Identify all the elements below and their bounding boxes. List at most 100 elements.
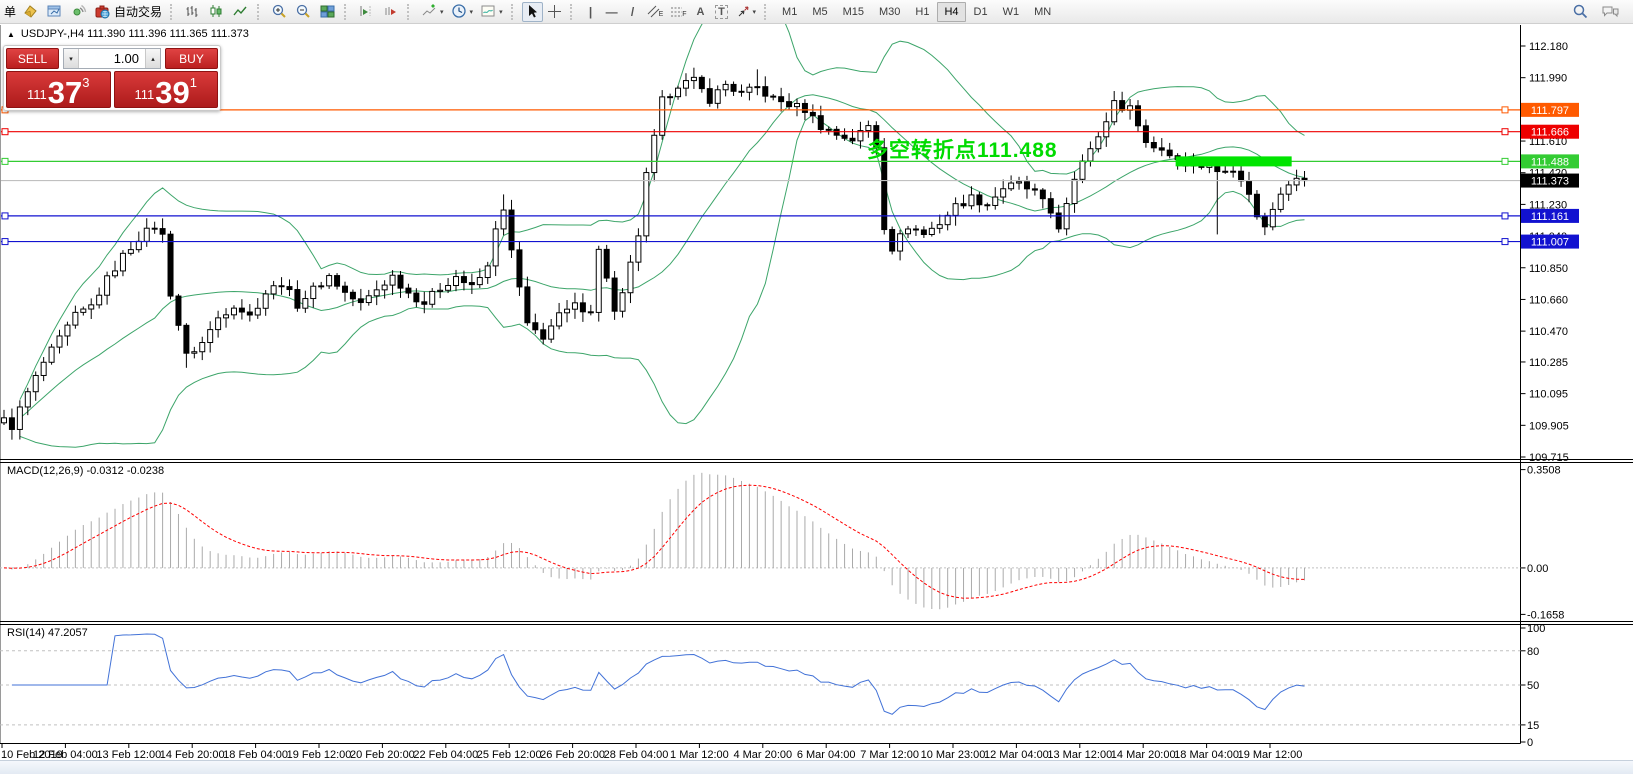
buy-price-display[interactable]: 111 39 1 — [114, 71, 219, 108]
sell-price-big: 37 — [48, 79, 82, 106]
sell-price-prefix: 111 — [27, 87, 47, 102]
channel-sub-label: E — [659, 11, 664, 18]
svg-text:6 Mar 04:00: 6 Mar 04:00 — [797, 749, 856, 760]
sell-button[interactable]: SELL — [6, 48, 59, 69]
cursor-tool-button[interactable] — [522, 2, 543, 22]
equidistant-channel-tool-button[interactable]: E — [644, 2, 667, 22]
chart-shift-icon — [358, 3, 375, 20]
timeframe-button-m15[interactable]: M15 — [836, 2, 871, 22]
label-tool-icon: T — [715, 5, 728, 19]
crosshair-tool-button[interactable] — [544, 2, 565, 22]
chart-shift-button[interactable] — [355, 2, 378, 22]
sell-price-pip: 3 — [82, 75, 89, 90]
zoom-in-button[interactable] — [268, 2, 291, 22]
timeframe-button-mn[interactable]: MN — [1027, 2, 1058, 22]
buy-button[interactable]: BUY — [165, 48, 218, 69]
fibonacci-tool-button[interactable]: F — [667, 2, 689, 22]
arrows-tool-button[interactable]: ▾ — [733, 2, 760, 22]
toolbar-grip — [257, 4, 263, 20]
trendline-tool-button[interactable]: / — [623, 2, 643, 22]
svg-text:13 Mar 12:00: 13 Mar 12:00 — [1047, 749, 1112, 760]
search-button[interactable] — [1569, 2, 1592, 22]
svg-text:50: 50 — [1527, 680, 1539, 692]
autotrading-icon — [94, 3, 111, 20]
svg-text:111.373: 111.373 — [1531, 176, 1569, 188]
timeframe-button-m1[interactable]: M1 — [775, 2, 804, 22]
svg-text:109.715: 109.715 — [1529, 452, 1569, 464]
templates-icon — [480, 3, 497, 20]
svg-text:110.470: 110.470 — [1529, 326, 1568, 338]
indicators-button[interactable]: ▾ — [418, 2, 447, 22]
autotrading-button[interactable]: 自动交易 — [91, 2, 165, 22]
signals-button[interactable] — [67, 2, 90, 22]
tile-windows-button[interactable] — [316, 2, 339, 22]
buy-price-prefix: 111 — [135, 87, 155, 102]
svg-text:0.3508: 0.3508 — [1527, 465, 1561, 477]
dropdown-chevron: ▾ — [440, 8, 444, 16]
status-bar — [0, 760, 1633, 774]
svg-text:26 Feb 20:00: 26 Feb 20:00 — [540, 749, 605, 760]
order-menu-label[interactable]: 单 — [4, 3, 16, 20]
svg-text:19 Mar 12:00: 19 Mar 12:00 — [1238, 749, 1303, 760]
timeframe-button-h1[interactable]: H1 — [908, 2, 936, 22]
chart-annotation-text[interactable]: 多空转折点111.488 — [867, 134, 1058, 164]
svg-text:100: 100 — [1527, 623, 1545, 635]
periods-button[interactable]: ▾ — [448, 2, 477, 22]
svg-text:111.666: 111.666 — [1531, 127, 1569, 139]
rsi-indicator-label: RSI(14) 47.2057 — [7, 627, 88, 639]
svg-text:12 Mar 04:00: 12 Mar 04:00 — [984, 749, 1049, 760]
text-label-tool-button[interactable]: T — [712, 2, 732, 22]
charts-button[interactable] — [43, 2, 66, 22]
svg-text:14 Mar 20:00: 14 Mar 20:00 — [1111, 749, 1176, 760]
dropdown-chevron: ▾ — [470, 8, 474, 16]
line-chart-type-button[interactable] — [229, 2, 252, 22]
volume-decrease-button[interactable]: ▾ — [64, 49, 79, 68]
autoscroll-button[interactable] — [379, 2, 402, 22]
autoscroll-icon — [382, 3, 399, 20]
timeframe-button-w1[interactable]: W1 — [996, 2, 1027, 22]
svg-text:0.00: 0.00 — [1527, 563, 1548, 575]
one-click-trading-panel: SELL ▾ ▴ BUY 111 37 3 111 39 1 — [3, 45, 221, 111]
sell-price-display[interactable]: 111 37 3 — [6, 71, 111, 108]
chart-canvas[interactable]: 112.180111.990111.610111.420111.230111.0… — [0, 24, 1633, 760]
bar-chart-type-button[interactable] — [181, 2, 204, 22]
svg-text:110.285: 110.285 — [1529, 357, 1568, 369]
tile-windows-icon — [319, 3, 336, 20]
svg-text:80: 80 — [1527, 646, 1539, 658]
volume-input[interactable] — [79, 49, 145, 68]
chat-button[interactable] — [1598, 2, 1623, 22]
chat-icon — [1601, 3, 1620, 20]
zoom-out-icon — [295, 3, 312, 20]
buy-price-pip: 1 — [190, 75, 197, 90]
dropdown-chevron: ▾ — [499, 8, 503, 16]
timeframe-button-h4[interactable]: H4 — [937, 2, 965, 22]
timeframe-button-d1[interactable]: D1 — [967, 2, 995, 22]
toolbar-grip — [344, 4, 350, 20]
zoom-out-button[interactable] — [292, 2, 315, 22]
toolbar-grip — [764, 4, 770, 20]
templates-button[interactable]: ▾ — [477, 2, 506, 22]
new-order-button[interactable] — [19, 2, 42, 22]
candlestick-type-button[interactable] — [205, 2, 228, 22]
bar-chart-icon — [184, 3, 201, 20]
top-toolbar: 单 自动交易 ▾ ▾ — [0, 0, 1633, 24]
collapse-trade-panel-icon[interactable]: ▲ — [7, 30, 15, 39]
svg-text:15: 15 — [1527, 720, 1539, 732]
text-tool-button[interactable]: A — [691, 2, 711, 22]
svg-text:12 Feb 04:00: 12 Feb 04:00 — [33, 749, 98, 760]
vertical-line-tool-button[interactable]: | — [581, 2, 601, 22]
horizontal-line-tool-button[interactable]: — — [602, 2, 622, 22]
svg-text:111.007: 111.007 — [1531, 237, 1569, 249]
buy-price-big: 39 — [155, 79, 189, 106]
volume-increase-button[interactable]: ▴ — [145, 49, 160, 68]
timeframe-button-m30[interactable]: M30 — [872, 2, 907, 22]
volume-stepper: ▾ ▴ — [63, 48, 161, 69]
line-chart-icon — [232, 3, 249, 20]
chart-window: 112.180111.990111.610111.420111.230111.0… — [0, 24, 1633, 774]
svg-text:-0.1658: -0.1658 — [1527, 609, 1564, 621]
timeframe-button-m5[interactable]: M5 — [805, 2, 834, 22]
svg-text:28 Feb 04:00: 28 Feb 04:00 — [604, 749, 669, 760]
symbol-ohlc-text: USDJPY-,H4 111.390 111.396 111.365 111.3… — [21, 28, 249, 40]
svg-text:22 Feb 04:00: 22 Feb 04:00 — [413, 749, 478, 760]
svg-text:19 Feb 12:00: 19 Feb 12:00 — [287, 749, 352, 760]
